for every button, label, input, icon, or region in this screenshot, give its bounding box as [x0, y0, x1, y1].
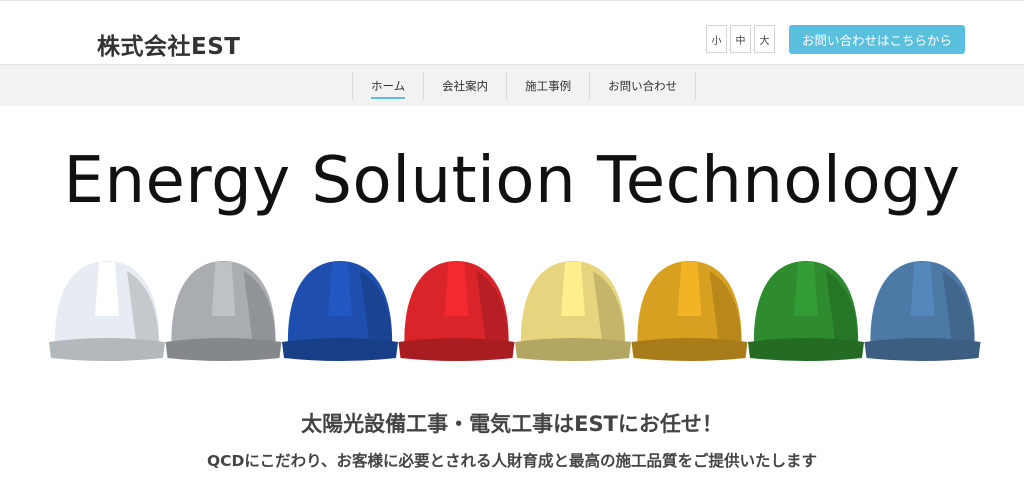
- contact-button[interactable]: お問い合わせはこちらから: [789, 25, 965, 54]
- helmet-icon: [515, 261, 631, 361]
- nav-item-home[interactable]: ホーム: [353, 72, 425, 100]
- helmet-icon: [49, 261, 165, 361]
- font-size-medium-button[interactable]: 中: [730, 25, 751, 53]
- helmet-icon: [165, 261, 282, 361]
- hero-banner: Energy Solution Technology: [0, 106, 1024, 406]
- font-size-small-button[interactable]: 小: [706, 25, 727, 53]
- helmet-row-image: [49, 261, 981, 361]
- helmet-icon: [748, 261, 864, 361]
- font-size-large-button[interactable]: 大: [754, 25, 775, 53]
- main-tagline: 太陽光設備工事・電気工事はESTにお任せ！: [301, 412, 723, 436]
- main-nav: ホーム 会社案内 施工事例 お問い合わせ: [0, 64, 1024, 106]
- helmet-icon: [631, 261, 748, 361]
- nav-item-company[interactable]: 会社案内: [424, 72, 508, 100]
- font-size-switcher: 小 中 大: [706, 25, 775, 53]
- helmet-icon: [398, 261, 515, 361]
- nav-menu: ホーム 会社案内 施工事例 お問い合わせ: [352, 72, 697, 100]
- sub-tagline: QCDにこだわり、お客様に必要とされる人財育成と最高の施工品質をご提供いたします: [207, 452, 817, 470]
- company-logo[interactable]: 株式会社EST: [97, 27, 240, 61]
- nav-item-contact[interactable]: お問い合わせ: [590, 72, 697, 100]
- nav-item-works[interactable]: 施工事例: [507, 72, 591, 100]
- helmet-icon: [282, 261, 398, 361]
- helmet-icon: [864, 261, 981, 361]
- site-header: 株式会社EST 小 中 大 お問い合わせはこちらから: [0, 0, 1024, 64]
